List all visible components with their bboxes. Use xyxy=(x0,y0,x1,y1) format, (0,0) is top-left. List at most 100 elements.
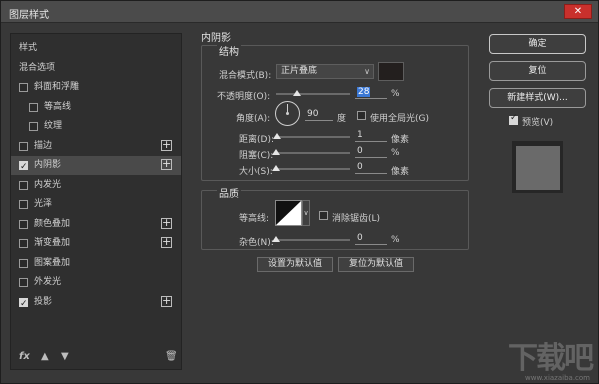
blend-mode-select[interactable]: 正片叠底 ∨ xyxy=(276,64,374,79)
ok-button[interactable]: 确定 xyxy=(489,34,586,54)
chevron-down-icon: ∨ xyxy=(364,67,370,76)
sidebar-checkbox[interactable] xyxy=(29,102,38,112)
sidebar-item-label: 纹理 xyxy=(44,121,63,131)
layer-style-dialog: 图层样式 ✕ 样式混合选项斜面和浮雕等高线纹理描边 + 内阴影 + 内发光光泽颜色叠加 +… xyxy=(0,0,599,384)
choke-input[interactable]: 0 xyxy=(355,146,387,158)
structure-title: 结构 xyxy=(217,43,241,58)
noise-slider-thumb[interactable] xyxy=(272,236,280,242)
choke-label: 阻塞(C): xyxy=(239,151,274,161)
sidebar-checkbox[interactable] xyxy=(19,295,28,314)
sidebar-item-label: 光泽 xyxy=(34,199,53,209)
choke-unit: % xyxy=(391,148,400,158)
add-effect-icon[interactable]: + xyxy=(161,158,172,170)
sidebar-item-outer-glow[interactable]: 外发光 xyxy=(11,273,181,292)
set-default-button[interactable]: 设置为默认值 xyxy=(257,257,333,272)
size-slider[interactable] xyxy=(276,168,350,170)
distance-slider-thumb[interactable] xyxy=(272,133,281,139)
sidebar-item-style[interactable]: 样式 xyxy=(11,39,181,58)
sidebar-checkbox[interactable] xyxy=(19,158,28,177)
contour-picker[interactable] xyxy=(275,200,302,226)
sidebar-item-label: 描边 xyxy=(34,140,53,151)
sidebar-item-pattern-overlay[interactable]: 图案叠加 xyxy=(11,254,181,273)
opacity-input[interactable]: 28 xyxy=(355,87,387,99)
add-effect-icon[interactable]: + xyxy=(161,217,172,229)
angle-dial[interactable] xyxy=(275,101,300,126)
contour-dropdown-icon[interactable]: ∨ xyxy=(302,200,310,226)
move-up-icon[interactable]: ▲ xyxy=(41,351,49,362)
sidebar-item-blending-options[interactable]: 混合选项 xyxy=(11,59,181,78)
sidebar-item-label: 内阴影 xyxy=(34,160,62,170)
sidebar-checkbox[interactable] xyxy=(19,239,28,248)
noise-unit: % xyxy=(391,235,400,245)
sidebar-checkbox[interactable] xyxy=(19,83,28,92)
size-input[interactable]: 0 xyxy=(355,162,387,174)
size-label: 大小(S): xyxy=(239,167,273,177)
preview-label: 预览(V) xyxy=(522,118,554,128)
size-slider-thumb[interactable] xyxy=(272,165,280,171)
sidebar-item-bevel-emboss[interactable]: 斜面和浮雕 xyxy=(11,78,181,97)
sidebar-item-stroke[interactable]: 描边 + xyxy=(11,137,181,156)
noise-input[interactable]: 0 xyxy=(355,233,387,245)
opacity-slider[interactable] xyxy=(276,93,350,95)
move-down-icon[interactable]: ▼ xyxy=(61,351,69,362)
sidebar-checkbox[interactable] xyxy=(19,278,28,287)
angle-input[interactable]: 90 xyxy=(305,109,333,121)
distance-slider[interactable] xyxy=(276,136,350,138)
sidebar-item-label: 混合选项 xyxy=(19,62,56,73)
blend-mode-label: 混合模式(B): xyxy=(219,71,272,81)
watermark-url: www.xiazaiba.com xyxy=(525,374,590,382)
reset-button[interactable]: 复位 xyxy=(489,61,586,81)
opacity-slider-thumb[interactable] xyxy=(292,90,301,96)
sidebar-item-texture[interactable]: 纹理 xyxy=(11,117,181,136)
sidebar-item-contour[interactable]: 等高线 xyxy=(11,98,181,117)
preview-checkbox[interactable]: ✓ xyxy=(509,113,518,125)
distance-unit: 像素 xyxy=(391,135,410,145)
close-button[interactable]: ✕ xyxy=(564,4,592,19)
size-value: 0 xyxy=(357,162,363,172)
styles-list-panel: 样式混合选项斜面和浮雕等高线纹理描边 + 内阴影 + 内发光光泽颜色叠加 + 渐变叠加 + 图案… xyxy=(10,33,182,370)
reset-default-button[interactable]: 复位为默认值 xyxy=(338,257,414,272)
sidebar-item-gradient-overlay[interactable]: 渐变叠加 + xyxy=(11,234,181,253)
fx-menu-icon[interactable]: fx xyxy=(19,351,30,362)
global-light-label: 使用全局光(G) xyxy=(370,114,429,124)
sidebar-item-label: 等高线 xyxy=(44,101,72,112)
choke-value: 0 xyxy=(357,146,363,156)
add-effect-icon[interactable]: + xyxy=(161,295,172,307)
sidebar-checkbox[interactable] xyxy=(19,219,28,229)
antialias-checkbox[interactable] xyxy=(319,211,328,220)
trash-icon[interactable]: 🗑 xyxy=(165,351,178,362)
sidebar-checkbox[interactable] xyxy=(19,200,28,209)
noise-slider[interactable] xyxy=(276,239,350,241)
sidebar-checkbox[interactable] xyxy=(19,141,28,151)
sidebar-item-inner-shadow[interactable]: 内阴影 + xyxy=(11,156,181,177)
choke-slider-thumb[interactable] xyxy=(272,149,280,155)
sidebar-checkbox[interactable] xyxy=(29,122,38,131)
sidebar-checkbox[interactable] xyxy=(19,258,28,268)
dialog-title: 图层样式 xyxy=(9,10,49,21)
angle-center xyxy=(286,112,289,115)
sidebar-item-label: 图案叠加 xyxy=(34,257,71,268)
sidebar-item-satin[interactable]: 光泽 xyxy=(11,195,181,214)
sidebar-checkbox[interactable] xyxy=(19,180,28,190)
angle-unit: 度 xyxy=(337,114,347,124)
new-style-button[interactable]: 新建样式(W)... xyxy=(489,88,586,108)
sidebar-item-inner-glow[interactable]: 内发光 xyxy=(11,176,181,195)
blend-mode-value: 正片叠底 xyxy=(281,66,318,76)
antialias-label: 消除锯齿(L) xyxy=(332,214,381,224)
choke-slider[interactable] xyxy=(276,152,350,154)
distance-label: 距离(D): xyxy=(239,135,274,145)
section-title: 内阴影 xyxy=(201,33,231,44)
size-unit: 像素 xyxy=(391,167,410,177)
distance-input[interactable]: 1 xyxy=(355,130,387,142)
sidebar-item-drop-shadow[interactable]: 投影 + xyxy=(11,293,181,314)
sidebar-item-label: 渐变叠加 xyxy=(34,238,71,248)
add-effect-icon[interactable]: + xyxy=(161,236,172,248)
style-preview-swatch xyxy=(516,146,560,190)
add-effect-icon[interactable]: + xyxy=(161,139,172,151)
shadow-color-swatch[interactable] xyxy=(378,62,404,81)
sidebar-item-color-overlay[interactable]: 颜色叠加 + xyxy=(11,215,181,234)
opacity-value: 28 xyxy=(357,87,371,97)
contour-label: 等高线: xyxy=(239,214,270,224)
global-light-checkbox[interactable] xyxy=(357,111,366,120)
sidebar-item-label: 外发光 xyxy=(34,277,62,287)
